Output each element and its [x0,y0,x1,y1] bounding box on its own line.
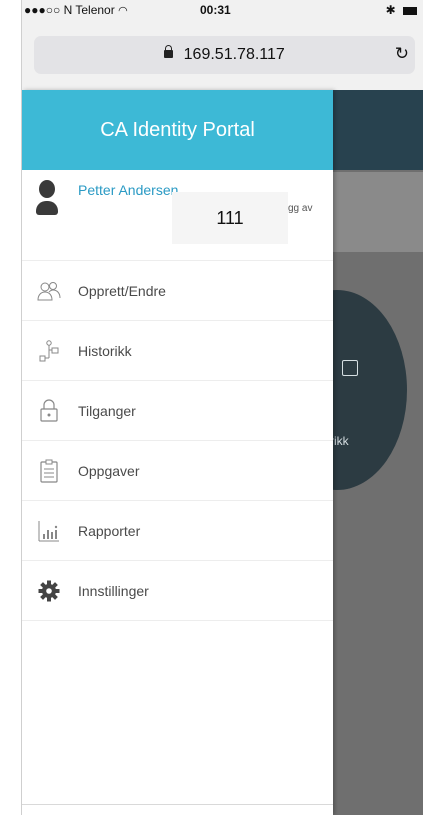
drawer-footer [22,804,333,815]
carrier-signal: ●●●○○ N Telenor ◠ [24,3,128,17]
navigation-drawer: CA Identity Portal Petter Andersen gg av… [22,90,333,815]
overlay-sticker: 111 [172,192,288,244]
history-tile-icon [342,360,358,376]
user-profile: Petter Andersen gg av 111 [22,170,333,261]
logout-link[interactable]: gg av [288,203,312,214]
menu-item-opprett-endre[interactable]: Opprett/Endre [22,261,333,321]
menu-item-rapporter[interactable]: Rapporter [22,501,333,561]
url-text: 169.51.78.117 [183,46,285,63]
menu-item-historikk[interactable]: Historikk [22,321,333,381]
bluetooth-icon: ✱ [385,3,396,17]
status-bar: ●●●○○ N Telenor ◠ 00:31 ✱ [22,0,423,20]
lock-icon [36,398,62,424]
menu-item-innstillinger[interactable]: Innstillinger [22,561,333,621]
wifi-icon: ◠ [118,5,128,17]
left-margin [0,0,22,815]
background-banner [332,172,423,252]
menu-label: Opprett/Endre [78,282,166,299]
users-icon [36,278,62,304]
tasks-icon [36,458,62,484]
user-name[interactable]: Petter Andersen [78,182,178,198]
phone-screen: ●●●○○ N Telenor ◠ 00:31 ✱ 169.51.78.117 … [22,0,423,815]
status-time: 00:31 [200,3,231,17]
menu-item-tilganger[interactable]: Tilganger [22,381,333,441]
history-icon [36,338,62,364]
secure-lock-icon [164,45,174,58]
address-bar[interactable]: 169.51.78.117 ↻ [34,36,415,74]
menu-label: Oppgaver [78,462,140,479]
gear-icon [36,578,62,604]
reports-icon [36,518,62,544]
menu-label: Tilganger [78,402,136,419]
battery-icon [403,6,417,15]
menu-label: Historikk [78,342,132,359]
menu-label: Innstillinger [78,582,149,599]
user-icon [36,180,58,218]
menu-label: Rapporter [78,522,141,539]
menu-item-oppgaver[interactable]: Oppgaver [22,441,333,501]
reload-icon[interactable]: ↻ [395,44,409,64]
drawer-title: CA Identity Portal [22,90,333,170]
